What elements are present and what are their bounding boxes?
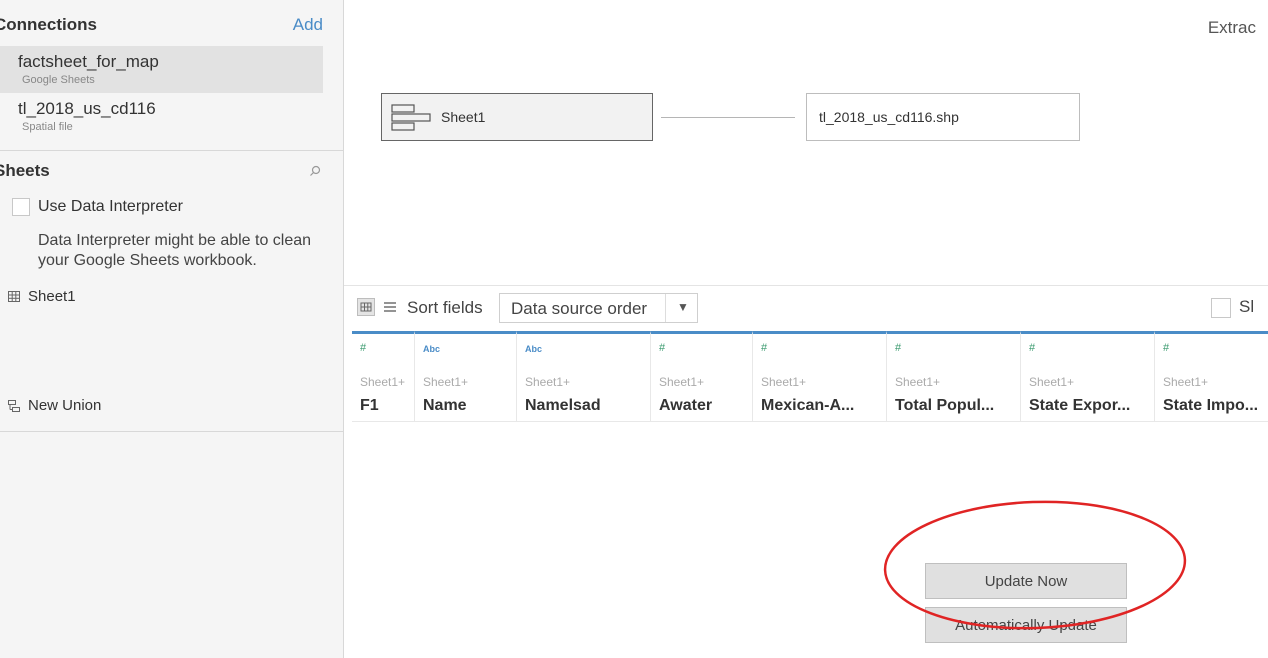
connection-type: Spatial file — [22, 121, 73, 133]
column-name: Namelsad — [525, 397, 601, 414]
column-source: Sheet1+ — [360, 375, 406, 389]
sheet-item-sheet1[interactable]: Sheet1 — [8, 288, 76, 305]
connection-item-factsheet[interactable]: factsheet_for_map Google Sheets — [0, 46, 323, 93]
grid-toolbar: Sort fields Data source order ▼ Sl — [344, 285, 1268, 331]
connections-title: Connections — [0, 15, 97, 34]
add-connection-link[interactable]: Add — [293, 15, 323, 35]
column-source: Sheet1+ — [761, 375, 807, 389]
grid-column-total-population[interactable]: # Sheet1+ Total Popul... — [886, 331, 1020, 421]
grid-view-icon[interactable] — [357, 298, 375, 316]
column-source: Sheet1+ — [423, 375, 469, 389]
show-aliases-checkbox[interactable] — [1211, 298, 1231, 318]
column-source: Sheet1+ — [659, 375, 705, 389]
number-type-icon[interactable]: # — [761, 342, 767, 354]
grid-column-awater[interactable]: # Sheet1+ Awater — [650, 331, 752, 421]
column-source: Sheet1+ — [525, 375, 571, 389]
section-divider — [0, 431, 343, 432]
new-union-label: New Union — [28, 397, 102, 414]
connection-name: factsheet_for_map — [18, 52, 159, 71]
column-name: Mexican-A... — [761, 397, 855, 414]
grid-column-namelsad[interactable]: Abc Sheet1+ Namelsad — [516, 331, 650, 421]
number-type-icon[interactable]: # — [360, 342, 366, 354]
number-type-icon[interactable]: # — [1163, 342, 1169, 354]
column-name: F1 — [360, 397, 379, 414]
grid-column-mexican[interactable]: # Sheet1+ Mexican-A... — [752, 331, 886, 421]
number-type-icon[interactable]: # — [1029, 342, 1035, 354]
number-type-icon[interactable]: # — [659, 342, 665, 354]
data-interpreter-label: Use Data Interpreter — [38, 198, 183, 215]
list-view-icon[interactable] — [381, 298, 399, 316]
number-type-icon[interactable]: # — [895, 342, 901, 354]
column-source: Sheet1+ — [1163, 375, 1209, 389]
grid-column-f1[interactable]: # Sheet1+ F1 — [352, 331, 414, 421]
sheets-header: Sheets — [0, 161, 343, 189]
sheet-item-label: Sheet1 — [28, 288, 76, 305]
data-interpreter-note: Data Interpreter might be able to clean … — [38, 232, 312, 269]
extract-label[interactable]: Extrac — [1208, 18, 1256, 38]
sort-fields-label: Sort fields — [407, 298, 483, 317]
grid-column-state-exports[interactable]: # Sheet1+ State Expor... — [1020, 331, 1154, 421]
sort-fields-select[interactable]: Data source order ▼ — [499, 293, 698, 323]
chevron-down-icon: ▼ — [677, 300, 689, 314]
data-source-sidebar: Connections Add factsheet_for_map Google… — [0, 0, 344, 658]
string-type-icon[interactable]: Abc — [525, 344, 542, 354]
canvas-table-shp[interactable]: tl_2018_us_cd116.shp — [806, 93, 1080, 141]
connections-header: Connections Add — [0, 15, 343, 43]
string-type-icon[interactable]: Abc — [423, 344, 440, 354]
join-table-icon — [391, 104, 431, 131]
table-icon — [8, 291, 20, 302]
sort-select-value: Data source order — [511, 299, 648, 318]
column-name: State Expor... — [1029, 397, 1131, 414]
column-source: Sheet1+ — [1029, 375, 1075, 389]
join-line — [661, 117, 795, 118]
column-name: Name — [423, 397, 467, 414]
data-grid-header: # Sheet1+ F1 Abc Sheet1+ Name Abc Sheet1… — [352, 331, 1268, 422]
section-divider — [0, 150, 343, 151]
connection-item-spatial[interactable]: tl_2018_us_cd116 Spatial file — [0, 93, 323, 140]
grid-column-state-imports[interactable]: # Sheet1+ State Impo... — [1154, 331, 1268, 421]
select-separator — [665, 294, 666, 322]
data-interpreter-checkbox[interactable] — [12, 198, 30, 216]
new-union-item[interactable]: New Union — [8, 397, 101, 414]
canvas-table-label: Sheet1 — [441, 109, 486, 125]
canvas-table-sheet1[interactable]: Sheet1 — [381, 93, 653, 141]
union-icon — [8, 399, 20, 412]
canvas-table-label: tl_2018_us_cd116.shp — [819, 109, 959, 125]
grid-column-name[interactable]: Abc Sheet1+ Name — [414, 331, 516, 421]
column-source: Sheet1+ — [895, 375, 941, 389]
show-aliases-label: Sl — [1239, 297, 1255, 316]
column-name: Awater — [659, 397, 713, 414]
column-name: State Impo... — [1163, 397, 1259, 414]
sheets-title: Sheets — [0, 161, 50, 180]
update-now-button[interactable]: Update Now — [925, 563, 1127, 599]
search-icon[interactable] — [309, 165, 321, 177]
connection-type: Google Sheets — [22, 74, 95, 86]
connection-name: tl_2018_us_cd116 — [18, 99, 156, 118]
column-name: Total Popul... — [895, 397, 995, 414]
automatically-update-button[interactable]: Automatically Update — [925, 607, 1127, 643]
